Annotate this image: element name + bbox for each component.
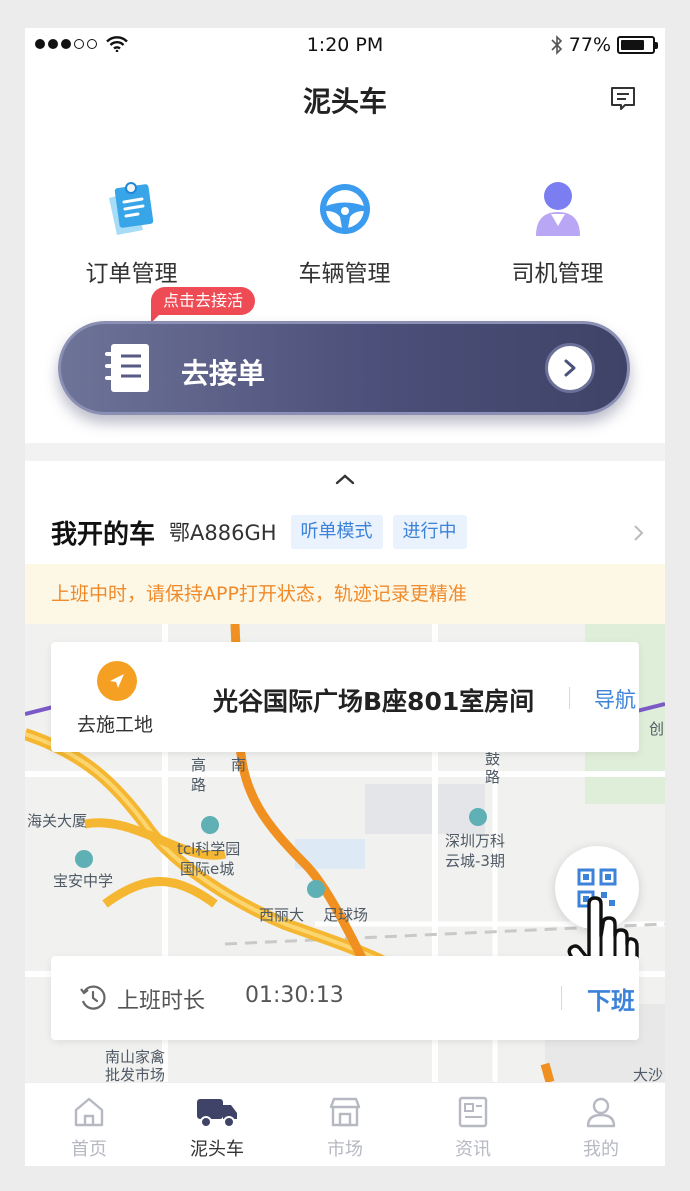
profile-icon — [586, 1097, 616, 1128]
quick-item-vehicles[interactable]: 车辆管理 — [238, 178, 451, 288]
map-label: 路 — [485, 768, 501, 786]
paper-plane-icon — [110, 674, 124, 688]
map-label: 云城-3期 — [445, 852, 505, 870]
map-label: 海关大厦 — [27, 812, 88, 830]
steering-wheel-icon — [319, 184, 370, 234]
section-divider — [25, 443, 665, 461]
grab-order-arrow[interactable] — [545, 343, 595, 393]
navigate-button[interactable]: 导航 — [594, 684, 636, 714]
map-poi-icon — [75, 850, 93, 868]
battery-icon — [617, 36, 658, 54]
status-badge: 进行中 — [392, 515, 467, 549]
map-poi-icon — [201, 816, 219, 834]
map-label: 创 — [649, 720, 665, 738]
my-car-row[interactable]: 我开的车 鄂A886GH 听单模式 进行中 — [51, 512, 645, 552]
map-label: 宝安中学 — [53, 872, 114, 890]
battery-percent: 77% — [568, 34, 611, 56]
status-badge: 听单模式 — [290, 515, 383, 549]
tab-profile[interactable]: 我的 — [537, 1083, 665, 1166]
app-screen: 1:20 PM 77% 泥头车 订单管理 车辆管理 司机管理 点击去接活 去接单… — [25, 28, 665, 1166]
order-clipboard-icon — [108, 182, 153, 235]
map-label: 深圳万科 — [445, 832, 506, 850]
map-label: 足球场 — [323, 906, 369, 924]
grab-order-button[interactable]: 去接单 — [58, 321, 630, 415]
end-shift-button[interactable]: 下班 — [587, 981, 635, 1016]
tab-truck[interactable]: 泥头车 — [153, 1083, 281, 1166]
page-title: 泥头车 — [302, 85, 387, 118]
store-icon — [329, 1097, 361, 1127]
chevron-right-icon — [564, 359, 576, 377]
divider — [569, 687, 570, 709]
destination-card[interactable]: 去施工地 光谷国际广场B座801室房间 导航 — [51, 642, 639, 752]
grab-order-label: 去接单 — [181, 357, 266, 390]
notice-banner: 上班中时，请保持APP打开状态，轨迹记录更精准 — [25, 564, 665, 624]
quick-item-drivers[interactable]: 司机管理 — [451, 178, 664, 288]
status-bar: 1:20 PM 77% — [25, 28, 665, 64]
battery-level — [621, 40, 645, 50]
map-label: 西丽大 — [259, 906, 305, 924]
quick-item-label: 车辆管理 — [298, 261, 391, 287]
map-label: 批发市场 — [105, 1066, 166, 1082]
tab-label: 资讯 — [455, 1139, 491, 1160]
shift-duration-value: 01:30:13 — [245, 983, 344, 1008]
tab-label: 我的 — [583, 1139, 619, 1160]
map-label: 大沙 — [633, 1066, 664, 1082]
home-icon — [74, 1097, 104, 1127]
map-label: 路 — [191, 776, 207, 794]
map-label: tcl科学园 — [177, 840, 241, 858]
tab-label: 市场 — [327, 1139, 363, 1160]
truck-icon — [197, 1099, 237, 1128]
quick-item-orders[interactable]: 订单管理 — [25, 178, 238, 288]
collapse-caret-icon[interactable] — [334, 472, 356, 486]
history-clock-icon — [80, 985, 106, 1010]
shift-duration-label: 上班时长 — [117, 989, 206, 1014]
destination-type-label: 去施工地 — [77, 714, 154, 736]
destination-address: 光谷国际广场B座801室房间 — [213, 687, 535, 716]
tab-market[interactable]: 市场 — [281, 1083, 409, 1166]
driver-person-icon — [535, 182, 580, 236]
map-label: 高 — [191, 756, 207, 774]
bluetooth-icon — [551, 35, 562, 55]
grab-hint-bubble: 点击去接活 — [151, 287, 256, 323]
map-label: 国际e城 — [180, 860, 235, 878]
my-car-title: 我开的车 — [51, 519, 156, 550]
license-plate: 鄂A886GH — [169, 521, 277, 545]
quick-menu: 订单管理 车辆管理 司机管理 — [25, 178, 665, 288]
tab-label: 首页 — [71, 1139, 107, 1160]
map-poi-icon — [307, 880, 325, 898]
quick-item-label: 司机管理 — [511, 261, 604, 287]
chevron-right-icon[interactable] — [633, 524, 645, 542]
tab-label: 泥头车 — [190, 1139, 244, 1160]
map-label: 南 — [231, 756, 247, 774]
message-icon[interactable] — [609, 86, 637, 112]
quick-item-label: 订单管理 — [85, 261, 178, 287]
divider — [561, 986, 562, 1010]
map-poi-icon — [469, 808, 487, 826]
tab-home[interactable]: 首页 — [25, 1083, 153, 1166]
tab-news[interactable]: 资讯 — [409, 1083, 537, 1166]
shift-card: 上班时长 01:30:13 下班 — [51, 956, 639, 1040]
news-icon — [458, 1096, 488, 1128]
destination-type-icon — [97, 661, 137, 701]
bottom-tab-bar: 首页 泥头车 市场 资讯 我的 — [25, 1082, 665, 1166]
notebook-icon — [105, 344, 149, 392]
